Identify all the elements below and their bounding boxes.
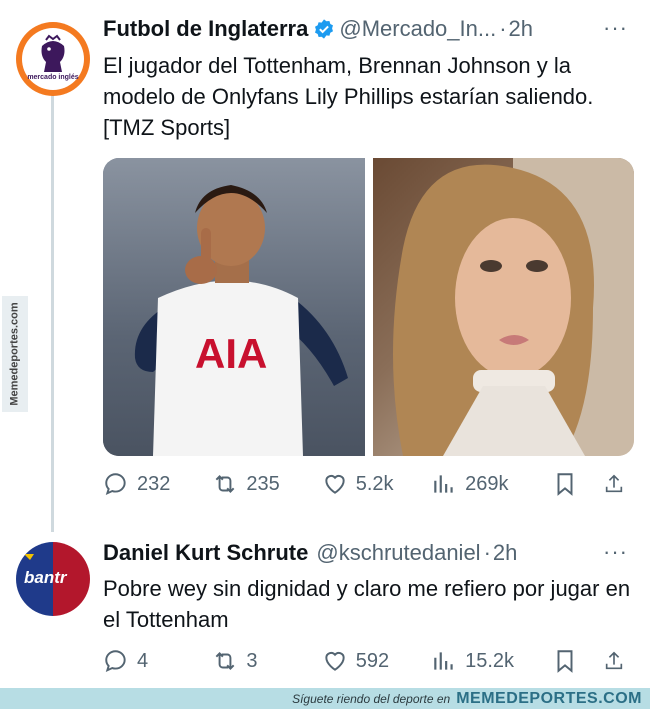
tweet1-text: El jugador del Tottenham, Brennan Johnso… [103, 53, 594, 140]
tweet1-media[interactable]: AIA [103, 158, 634, 456]
avatar-sponsor-text: bantr [24, 568, 67, 587]
reply-icon [105, 650, 126, 672]
heart-icon [325, 474, 345, 494]
heart-icon [325, 651, 345, 671]
player-illustration: AIA [103, 158, 365, 456]
like-button[interactable]: 5.2k [322, 471, 431, 497]
more-options-icon[interactable]: ··· [603, 15, 628, 41]
share-button[interactable] [603, 471, 633, 497]
bookmark-button[interactable] [552, 471, 603, 497]
views-button[interactable]: 269k [431, 471, 552, 497]
verified-badge-icon [315, 19, 334, 39]
tweet1-header: Futbol de Inglaterra @Mercado_In... · 2h [103, 16, 533, 42]
bookmark-icon [557, 650, 573, 673]
thread-line [51, 92, 54, 532]
retweet-count: 235 [246, 472, 280, 495]
premier-league-lion-icon [22, 28, 84, 90]
tweet1-actions: 232 235 5.2k 269k [103, 471, 633, 497]
reply-count: 232 [137, 472, 171, 495]
tweet1-time[interactable]: 2h [509, 16, 533, 42]
avatar-daniel-kurt-schrute[interactable]: bantr [16, 542, 90, 616]
retweet-button[interactable]: 3 [212, 648, 321, 674]
separator-dot: · [483, 540, 491, 565]
more-options-icon[interactable]: ··· [603, 539, 628, 565]
separator-dot: · [499, 16, 507, 41]
share-icon [605, 651, 623, 670]
views-icon [434, 475, 453, 493]
tweet2-text: Pobre wey sin dignidad y claro me refier… [103, 576, 631, 632]
player-photo[interactable]: AIA [103, 158, 365, 456]
tweet1-author-name[interactable]: Futbol de Inglaterra [103, 16, 308, 42]
reply-button[interactable]: 232 [103, 471, 212, 497]
share-icon [605, 474, 623, 493]
tweet2-author-name[interactable]: Daniel Kurt Schrute [103, 540, 308, 566]
footer-tagline: Síguete riendo del deporte en [292, 691, 451, 706]
bookmark-button[interactable] [552, 648, 603, 674]
jersey-sponsor: AIA [195, 330, 267, 377]
retweet-count: 3 [246, 649, 258, 672]
tweet2-header: Daniel Kurt Schrute @kschrutedaniel · 2h [103, 540, 517, 566]
like-count: 592 [355, 649, 390, 672]
model-illustration [392, 158, 634, 456]
side-watermark: Memedeportes.com [2, 296, 28, 412]
side-watermark-text: Memedeportes.com [9, 302, 21, 406]
footer-watermark: Síguete riendo del deporte en MEMEDEPORT… [0, 688, 650, 709]
tweet2-time[interactable]: 2h [493, 540, 517, 566]
model-photo[interactable] [372, 158, 634, 456]
bookmark-icon [557, 473, 573, 496]
reply-button[interactable]: 4 [103, 648, 212, 674]
avatar-caption: mercado inglés [27, 74, 79, 81]
like-count: 5.2k [355, 472, 394, 495]
like-button[interactable]: 592 [322, 648, 431, 674]
reply-count: 4 [137, 649, 149, 672]
avatar-futbol-inglaterra[interactable]: mercado inglés [16, 22, 90, 96]
reply-icon [105, 473, 126, 495]
views-count: 269k [465, 472, 509, 495]
retweet-icon [216, 475, 235, 493]
views-count: 15.2k [465, 649, 515, 672]
tweet2-actions: 4 3 592 15.2k [103, 648, 633, 674]
tweet1-handle[interactable]: @Mercado_In... [339, 16, 496, 42]
retweet-icon [216, 652, 235, 670]
tweet2-handle[interactable]: @kschrutedaniel [316, 540, 480, 566]
views-icon [434, 652, 453, 670]
retweet-button[interactable]: 235 [212, 471, 321, 497]
share-button[interactable] [603, 648, 633, 674]
views-button[interactable]: 15.2k [431, 648, 552, 674]
footer-brand[interactable]: MEMEDEPORTES.COM [456, 690, 642, 708]
